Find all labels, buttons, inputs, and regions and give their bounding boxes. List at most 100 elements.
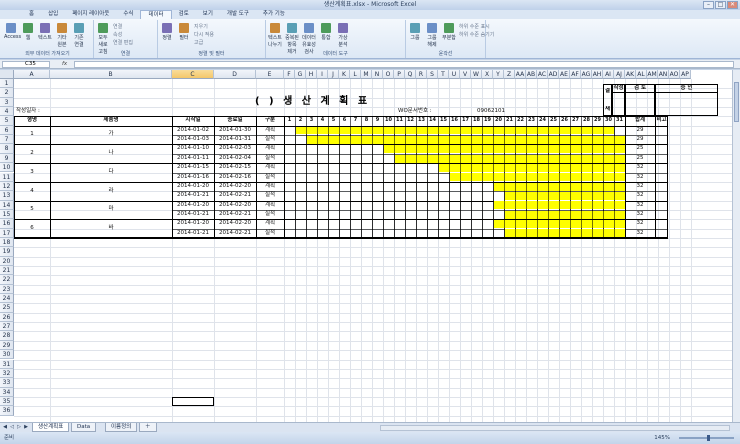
- row-header[interactable]: 16: [0, 219, 14, 229]
- column-header[interactable]: V: [460, 70, 471, 79]
- column-header[interactable]: AF: [570, 70, 581, 79]
- ribbon-tab[interactable]: 데이터: [140, 10, 172, 19]
- row-header[interactable]: 5: [0, 116, 14, 126]
- column-header[interactable]: AB: [526, 70, 537, 79]
- scroll-thumb[interactable]: [734, 82, 739, 122]
- ribbon-button[interactable]: 통합: [319, 23, 333, 41]
- column-header[interactable]: N: [372, 70, 383, 79]
- sheet-tab[interactable]: 생산계획표: [32, 423, 70, 432]
- column-header[interactable]: K: [339, 70, 350, 79]
- row-header[interactable]: 36: [0, 406, 14, 416]
- ribbon-button[interactable]: 부분합: [442, 23, 456, 41]
- column-header[interactable]: I: [317, 70, 328, 79]
- maximize-button[interactable]: □: [715, 1, 726, 9]
- ribbon-button[interactable]: 그룹 해제: [425, 23, 439, 48]
- ribbon-small-button[interactable]: 지우기: [194, 23, 208, 30]
- horizontal-scrollbar[interactable]: [380, 425, 730, 431]
- row-header[interactable]: 9: [0, 153, 14, 164]
- active-cell[interactable]: [172, 396, 214, 407]
- column-header[interactable]: E: [256, 70, 284, 79]
- ribbon-tab[interactable]: 페이지 레이아웃: [65, 10, 116, 19]
- ribbon-button[interactable]: 그룹: [408, 23, 422, 41]
- vertical-scrollbar[interactable]: [732, 70, 740, 422]
- formula-input[interactable]: [74, 61, 734, 68]
- column-header[interactable]: AP: [680, 70, 691, 79]
- ribbon-tab[interactable]: 보기: [196, 10, 220, 19]
- column-header[interactable]: D: [214, 70, 256, 79]
- row-header[interactable]: 27: [0, 322, 14, 332]
- fx-icon[interactable]: fx: [62, 61, 67, 67]
- sheet-tab[interactable]: Data: [71, 423, 97, 432]
- column-header[interactable]: AE: [559, 70, 570, 79]
- minimize-button[interactable]: –: [703, 1, 714, 9]
- insert-sheet-icon[interactable]: ＋: [139, 423, 157, 432]
- column-header[interactable]: W: [471, 70, 482, 79]
- ribbon-small-button[interactable]: 속성: [113, 31, 122, 38]
- column-header[interactable]: AM: [647, 70, 658, 79]
- row-header[interactable]: 18: [0, 237, 14, 248]
- column-header[interactable]: O: [383, 70, 394, 79]
- column-header[interactable]: AD: [548, 70, 559, 79]
- row-header[interactable]: 33: [0, 378, 14, 388]
- ribbon-button[interactable]: 텍스트: [38, 23, 52, 41]
- column-header[interactable]: L: [350, 70, 361, 79]
- row-header[interactable]: 35: [0, 396, 14, 407]
- column-header[interactable]: AC: [537, 70, 548, 79]
- row-header[interactable]: 30: [0, 350, 14, 360]
- column-header[interactable]: AJ: [614, 70, 625, 79]
- row-header[interactable]: 34: [0, 387, 14, 397]
- row-header[interactable]: 29: [0, 340, 14, 351]
- column-header[interactable]: F: [284, 70, 295, 79]
- column-header[interactable]: Q: [405, 70, 416, 79]
- ribbon-button[interactable]: 텍스트 나누기: [268, 23, 282, 48]
- close-button[interactable]: ✕: [727, 1, 738, 9]
- ribbon-small-button[interactable]: 다시 적용: [194, 31, 214, 38]
- column-header[interactable]: C: [172, 70, 214, 79]
- row-header[interactable]: 32: [0, 368, 14, 379]
- column-header[interactable]: AA: [515, 70, 526, 79]
- ribbon-tab[interactable]: 수식: [116, 10, 140, 19]
- row-header[interactable]: 25: [0, 303, 14, 313]
- ribbon-button[interactable]: 정렬: [160, 23, 174, 41]
- column-header[interactable]: T: [438, 70, 449, 79]
- column-header[interactable]: AK: [625, 70, 636, 79]
- column-header[interactable]: X: [482, 70, 493, 79]
- ribbon-button[interactable]: 가상 분석: [336, 23, 350, 48]
- ribbon-small-button[interactable]: 하위 수준 표시: [459, 23, 490, 30]
- ribbon-tab[interactable]: 검토: [172, 10, 196, 19]
- prev-sheet-icon[interactable]: ◁: [9, 424, 15, 431]
- ribbon-small-button[interactable]: 연결: [113, 23, 122, 30]
- sheet-tab[interactable]: 이름정의: [105, 423, 138, 432]
- ribbon-button[interactable]: Access: [4, 23, 21, 40]
- column-header[interactable]: P: [394, 70, 405, 79]
- ribbon-button[interactable]: 웹: [21, 23, 35, 41]
- column-header[interactable]: R: [416, 70, 427, 79]
- zoom-level[interactable]: 145%: [654, 432, 670, 444]
- ribbon-button[interactable]: 기존 연결: [72, 23, 86, 48]
- row-header[interactable]: 23: [0, 284, 14, 295]
- column-header[interactable]: H: [306, 70, 317, 79]
- ribbon-tab[interactable]: 삽입: [41, 10, 65, 19]
- column-header[interactable]: AI: [603, 70, 614, 79]
- row-header[interactable]: 24: [0, 294, 14, 304]
- row-header[interactable]: 4: [0, 107, 14, 117]
- row-header[interactable]: 22: [0, 275, 14, 285]
- column-header[interactable]: M: [361, 70, 372, 79]
- row-header[interactable]: 10: [0, 163, 14, 173]
- row-header[interactable]: 26: [0, 312, 14, 323]
- row-header[interactable]: 2: [0, 88, 14, 98]
- column-header[interactable]: U: [449, 70, 460, 79]
- column-header[interactable]: B: [50, 70, 172, 79]
- ribbon-small-button[interactable]: 연결 편집: [113, 39, 133, 46]
- column-header[interactable]: Y: [493, 70, 504, 79]
- row-header[interactable]: 1: [0, 79, 14, 89]
- row-header[interactable]: 17: [0, 228, 14, 238]
- ribbon-small-button[interactable]: 하위 수준 숨기기: [459, 31, 494, 38]
- name-box[interactable]: C35: [2, 61, 50, 68]
- column-header[interactable]: AH: [592, 70, 603, 79]
- column-header[interactable]: Z: [504, 70, 515, 79]
- column-header[interactable]: AN: [658, 70, 669, 79]
- column-header[interactable]: AG: [581, 70, 592, 79]
- ribbon-button[interactable]: 기타 원본: [55, 23, 69, 48]
- row-header[interactable]: 19: [0, 247, 14, 257]
